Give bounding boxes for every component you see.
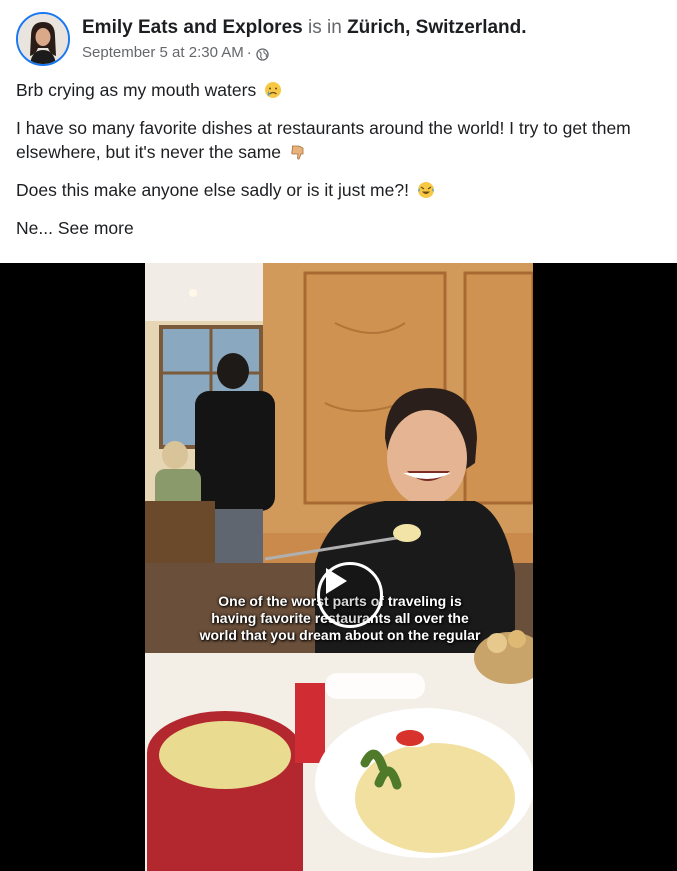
globe-icon xyxy=(256,47,269,61)
thumbs-down-emoji-icon xyxy=(289,143,307,161)
crying-face-emoji-icon xyxy=(264,81,282,99)
post-paragraph: I have so many favorite dishes at restau… xyxy=(16,116,666,164)
truncated-text: Ne... xyxy=(16,218,53,238)
play-button[interactable] xyxy=(317,562,383,628)
post-subline: September 5 at 2:30 AM · xyxy=(82,43,527,63)
paragraph-text: I have so many favorite dishes at restau… xyxy=(16,118,631,162)
video-frame[interactable]: One of the worst parts of traveling is h… xyxy=(145,263,533,871)
avatar-image xyxy=(18,14,68,64)
facebook-post: Emily Eats and Explores is in Zürich, Sw… xyxy=(0,0,677,871)
paragraph-text: Does this make anyone else sadly or is i… xyxy=(16,180,409,200)
post-paragraph: Does this make anyone else sadly or is i… xyxy=(16,178,666,202)
play-icon xyxy=(326,568,347,594)
see-more-link[interactable]: See more xyxy=(58,218,134,238)
post-paragraph-truncated: Ne... See more xyxy=(16,216,666,240)
post-header: Emily Eats and Explores is in Zürich, Sw… xyxy=(16,12,527,66)
author-avatar[interactable] xyxy=(16,12,70,66)
post-paragraph: Brb crying as my mouth waters xyxy=(16,78,666,102)
post-meta: Emily Eats and Explores is in Zürich, Sw… xyxy=(82,16,527,63)
author-name-link[interactable]: Emily Eats and Explores xyxy=(82,17,303,38)
video-player[interactable]: One of the worst parts of traveling is h… xyxy=(0,263,677,871)
post-text: Brb crying as my mouth waters I have so … xyxy=(16,78,666,254)
meta-separator: · xyxy=(246,44,252,61)
rolling-laughing-emoji-icon xyxy=(417,181,435,199)
is-in-text: is in xyxy=(307,17,342,38)
location-link[interactable]: Zürich, Switzerland. xyxy=(347,17,526,38)
paragraph-text: Brb crying as my mouth waters xyxy=(16,80,257,100)
post-title-line: Emily Eats and Explores is in Zürich, Sw… xyxy=(82,16,527,40)
post-timestamp-link[interactable]: September 5 at 2:30 AM xyxy=(82,43,244,63)
